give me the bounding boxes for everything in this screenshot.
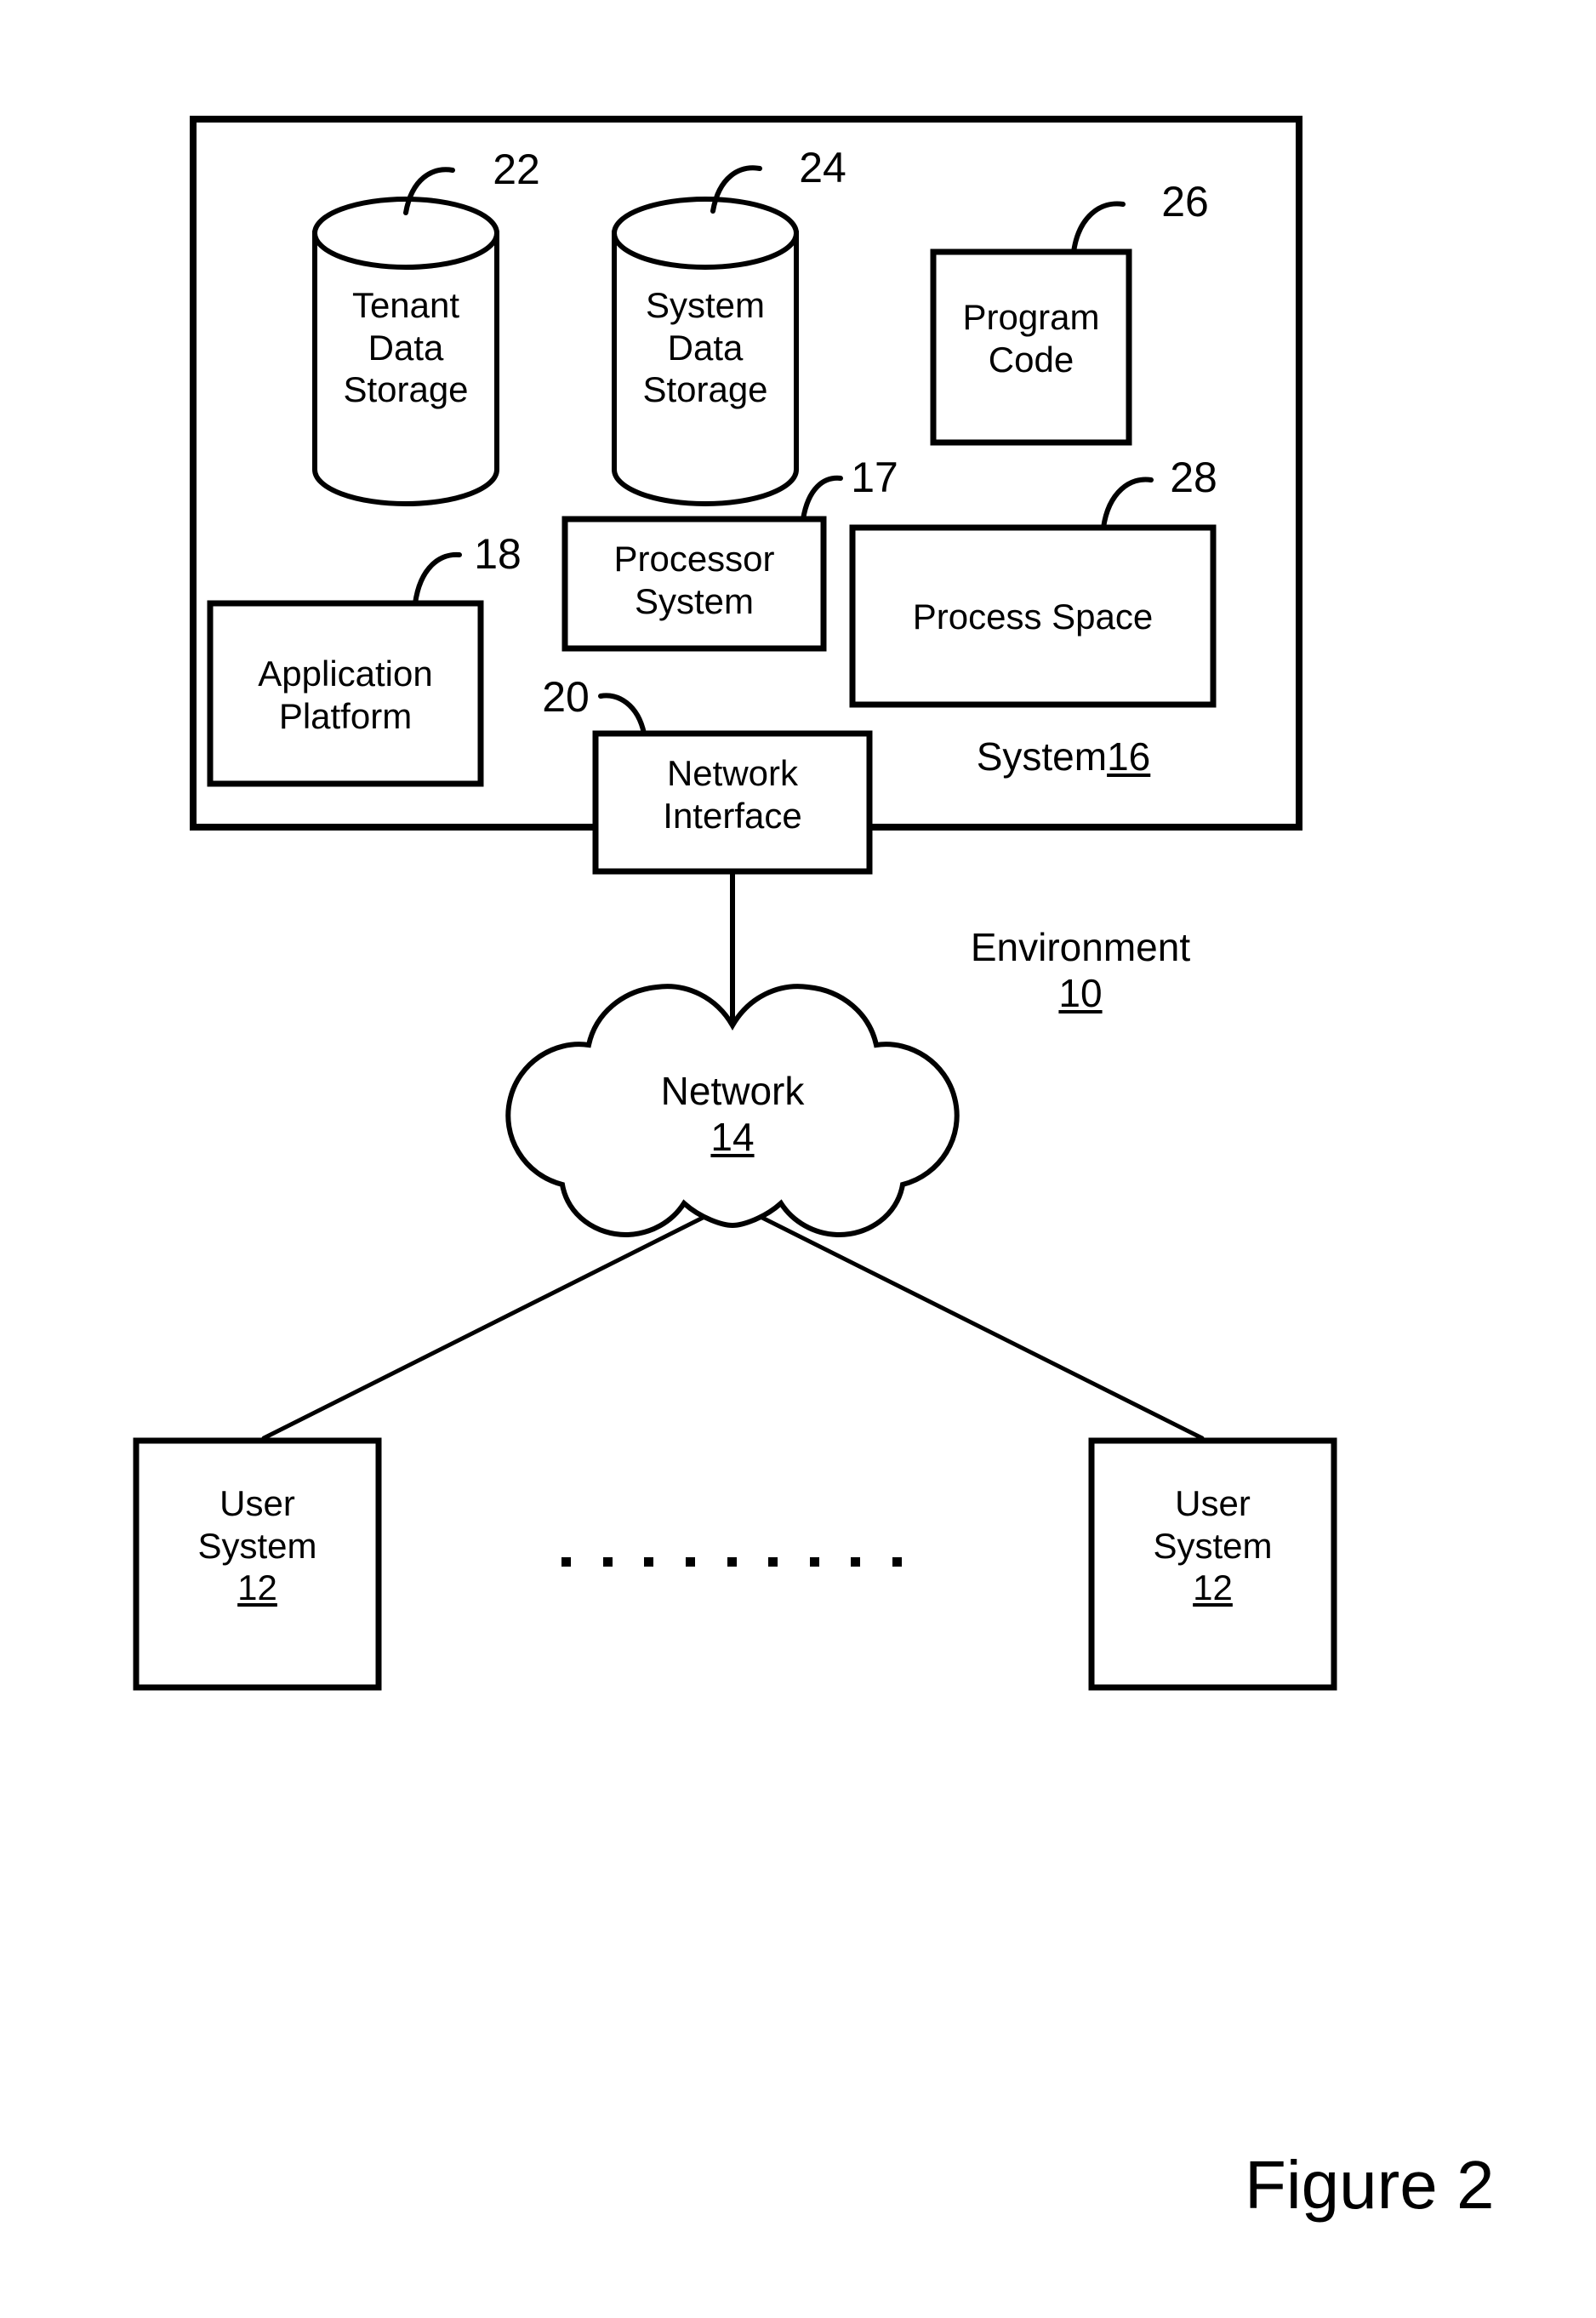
processor-system-label: Processor System bbox=[565, 538, 824, 622]
ref-24-text: 24 bbox=[799, 144, 846, 191]
ref-numeral-28: 28 bbox=[1155, 453, 1232, 503]
tenant-label-line-3: Storage bbox=[343, 369, 469, 410]
user-left-line-1: User bbox=[219, 1483, 295, 1523]
ellipsis-dot bbox=[768, 1556, 778, 1567]
ref-20-text: 20 bbox=[542, 673, 590, 721]
sysdata-label-line-1: System bbox=[645, 285, 766, 325]
user-left-line-2: System bbox=[197, 1525, 317, 1566]
leader-line-20 bbox=[598, 693, 647, 736]
ref-18-text: 18 bbox=[474, 530, 522, 578]
program-code-label: Program Code bbox=[933, 296, 1129, 380]
user-left-number: 12 bbox=[237, 1567, 277, 1608]
figure-caption: Figure 2 bbox=[1245, 2146, 1494, 2224]
ref-numeral-26: 26 bbox=[1147, 177, 1223, 227]
ref-numeral-22: 22 bbox=[478, 145, 555, 195]
connector-network-to-user-left bbox=[261, 1214, 707, 1441]
connector-network-to-user-right bbox=[758, 1214, 1205, 1441]
figure-page: Tenant Data Storage System Data Storage Prog… bbox=[0, 0, 1596, 2318]
ref-numeral-20: 20 bbox=[527, 672, 604, 722]
ref-22-text: 22 bbox=[493, 146, 540, 193]
ellipsis-dot bbox=[892, 1556, 902, 1567]
network-word: Network bbox=[660, 1069, 805, 1113]
network-number: 14 bbox=[710, 1115, 755, 1160]
app-platform-line-1: Application bbox=[258, 654, 433, 694]
user-system-right-label: User System 12 bbox=[1092, 1482, 1334, 1609]
ellipsis-dot bbox=[644, 1556, 654, 1567]
ref-numeral-17: 17 bbox=[841, 453, 909, 503]
ref-26-text: 26 bbox=[1161, 178, 1209, 226]
network-cloud-label: Network 14 bbox=[596, 1068, 869, 1161]
user-right-number: 12 bbox=[1193, 1567, 1233, 1608]
sysdata-label-line-2: Data bbox=[667, 327, 744, 368]
user-right-line-1: User bbox=[1175, 1483, 1251, 1523]
app-platform-line-2: Platform bbox=[278, 695, 413, 736]
system-ref-label: System16 bbox=[927, 734, 1200, 779]
tenant-label-line-1: Tenant bbox=[351, 285, 460, 325]
ellipsis-dot bbox=[851, 1556, 861, 1567]
network-interface-line-2: Interface bbox=[663, 795, 802, 836]
ref-numeral-24: 24 bbox=[784, 143, 861, 193]
system-data-storage-label: System Data Storage bbox=[614, 284, 796, 411]
leader-line-17 bbox=[801, 475, 843, 522]
processor-line-2: System bbox=[634, 580, 755, 621]
figure-caption-text: Figure 2 bbox=[1245, 2147, 1495, 2223]
tenant-data-storage-label: Tenant Data Storage bbox=[315, 284, 497, 411]
ellipsis-dot bbox=[809, 1556, 819, 1567]
sysdata-label-line-3: Storage bbox=[642, 369, 768, 410]
ellipsis-dots bbox=[561, 1556, 902, 1567]
leader-line-26 bbox=[1071, 201, 1126, 254]
process-space-label: Process Space bbox=[852, 596, 1213, 638]
leader-line-28 bbox=[1101, 477, 1154, 530]
system-ref-word: System bbox=[976, 734, 1108, 779]
program-code-line-1: Program bbox=[962, 297, 1100, 337]
network-interface-label: Network Interface bbox=[596, 752, 869, 836]
system-ref-number: 16 bbox=[1107, 734, 1151, 779]
environment-label: Environment 10 bbox=[927, 924, 1234, 1017]
ellipsis-dot bbox=[602, 1556, 613, 1567]
program-code-line-2: Code bbox=[988, 339, 1074, 380]
leader-line-18 bbox=[413, 551, 462, 606]
environment-number: 10 bbox=[1058, 971, 1103, 1016]
application-platform-label: Application Platform bbox=[210, 653, 481, 737]
tenant-label-line-2: Data bbox=[368, 327, 444, 368]
network-interface-line-1: Network bbox=[666, 753, 799, 793]
ref-numeral-18: 18 bbox=[459, 529, 536, 580]
environment-word: Environment bbox=[970, 925, 1191, 969]
processor-line-1: Processor bbox=[613, 539, 775, 579]
ref-17-text: 17 bbox=[851, 454, 898, 501]
process-space-line-1: Process Space bbox=[912, 597, 1154, 637]
ref-28-text: 28 bbox=[1170, 454, 1217, 501]
ellipsis-dot bbox=[685, 1556, 695, 1567]
ellipsis-dot bbox=[727, 1556, 737, 1567]
user-right-line-2: System bbox=[1153, 1525, 1273, 1566]
user-system-left-label: User System 12 bbox=[136, 1482, 379, 1609]
ellipsis-dot bbox=[561, 1556, 571, 1567]
